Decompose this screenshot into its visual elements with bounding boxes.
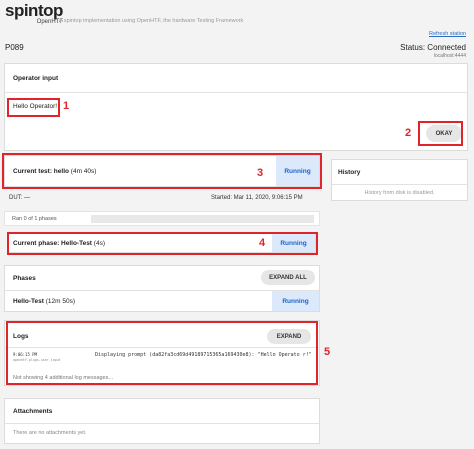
annotation-box-3 [2, 153, 322, 189]
station-host: localhost:4444 [433, 53, 466, 59]
annotation-box-2 [418, 121, 463, 146]
operator-input-title: Operator input [13, 75, 59, 82]
phase-name: Hello-Test [13, 298, 44, 305]
dut-label: DUT: — [9, 195, 30, 201]
app-tagline: A spintop implementation using OpenHTF, … [59, 18, 244, 24]
phases-title: Phases [13, 275, 36, 282]
annotation-number-5: 5 [324, 346, 331, 358]
annotation-box-5 [6, 321, 318, 385]
annotation-number-4: 4 [259, 237, 266, 249]
operator-input-card: Operator input Hello Operator! OKAY [4, 63, 468, 151]
annotation-box-4 [7, 232, 318, 255]
refresh-station-link[interactable]: Refresh station [429, 31, 466, 37]
history-card: History History from disk is disabled. [331, 159, 468, 201]
phase-progress-text: Ran 0 of 1 phases [12, 216, 57, 222]
annotation-number-1: 1 [63, 100, 70, 112]
attachments-title: Attachments [13, 408, 53, 415]
phase-duration: (12m 50s) [45, 298, 76, 305]
history-title: History [338, 169, 361, 176]
phase-progress-row: Ran 0 of 1 phases [4, 211, 320, 226]
test-start-time: Started: Mar 11, 2020, 9:06:15 PM [211, 195, 303, 201]
station-id: P089 [5, 43, 24, 52]
phase-row[interactable]: Hello-Test (12m 50s) Running [5, 291, 319, 311]
connection-status: Status: Connected [400, 43, 466, 52]
phase-row-heading: Hello-Test (12m 50s) [13, 298, 75, 305]
phases-card: Phases EXPAND ALL Hello-Test (12m 50s) R… [4, 265, 320, 312]
annotation-number-3: 3 [257, 167, 264, 179]
card-divider [5, 423, 319, 424]
app-logo: spintop OpenHTF [5, 2, 65, 28]
card-divider [5, 92, 467, 93]
expand-all-button[interactable]: EXPAND ALL [261, 270, 315, 285]
attachments-note: There are no attachments yet. [13, 430, 87, 436]
phase-status-badge: Running [272, 291, 319, 311]
annotation-number-2: 2 [405, 127, 412, 139]
annotation-box-1 [7, 98, 60, 117]
phase-progress-bar [91, 215, 314, 223]
logo-text: spintop [5, 1, 63, 20]
attachments-card: Attachments There are no attachments yet… [4, 398, 320, 444]
card-divider [332, 184, 467, 185]
history-note: History from disk is disabled. [364, 190, 435, 196]
